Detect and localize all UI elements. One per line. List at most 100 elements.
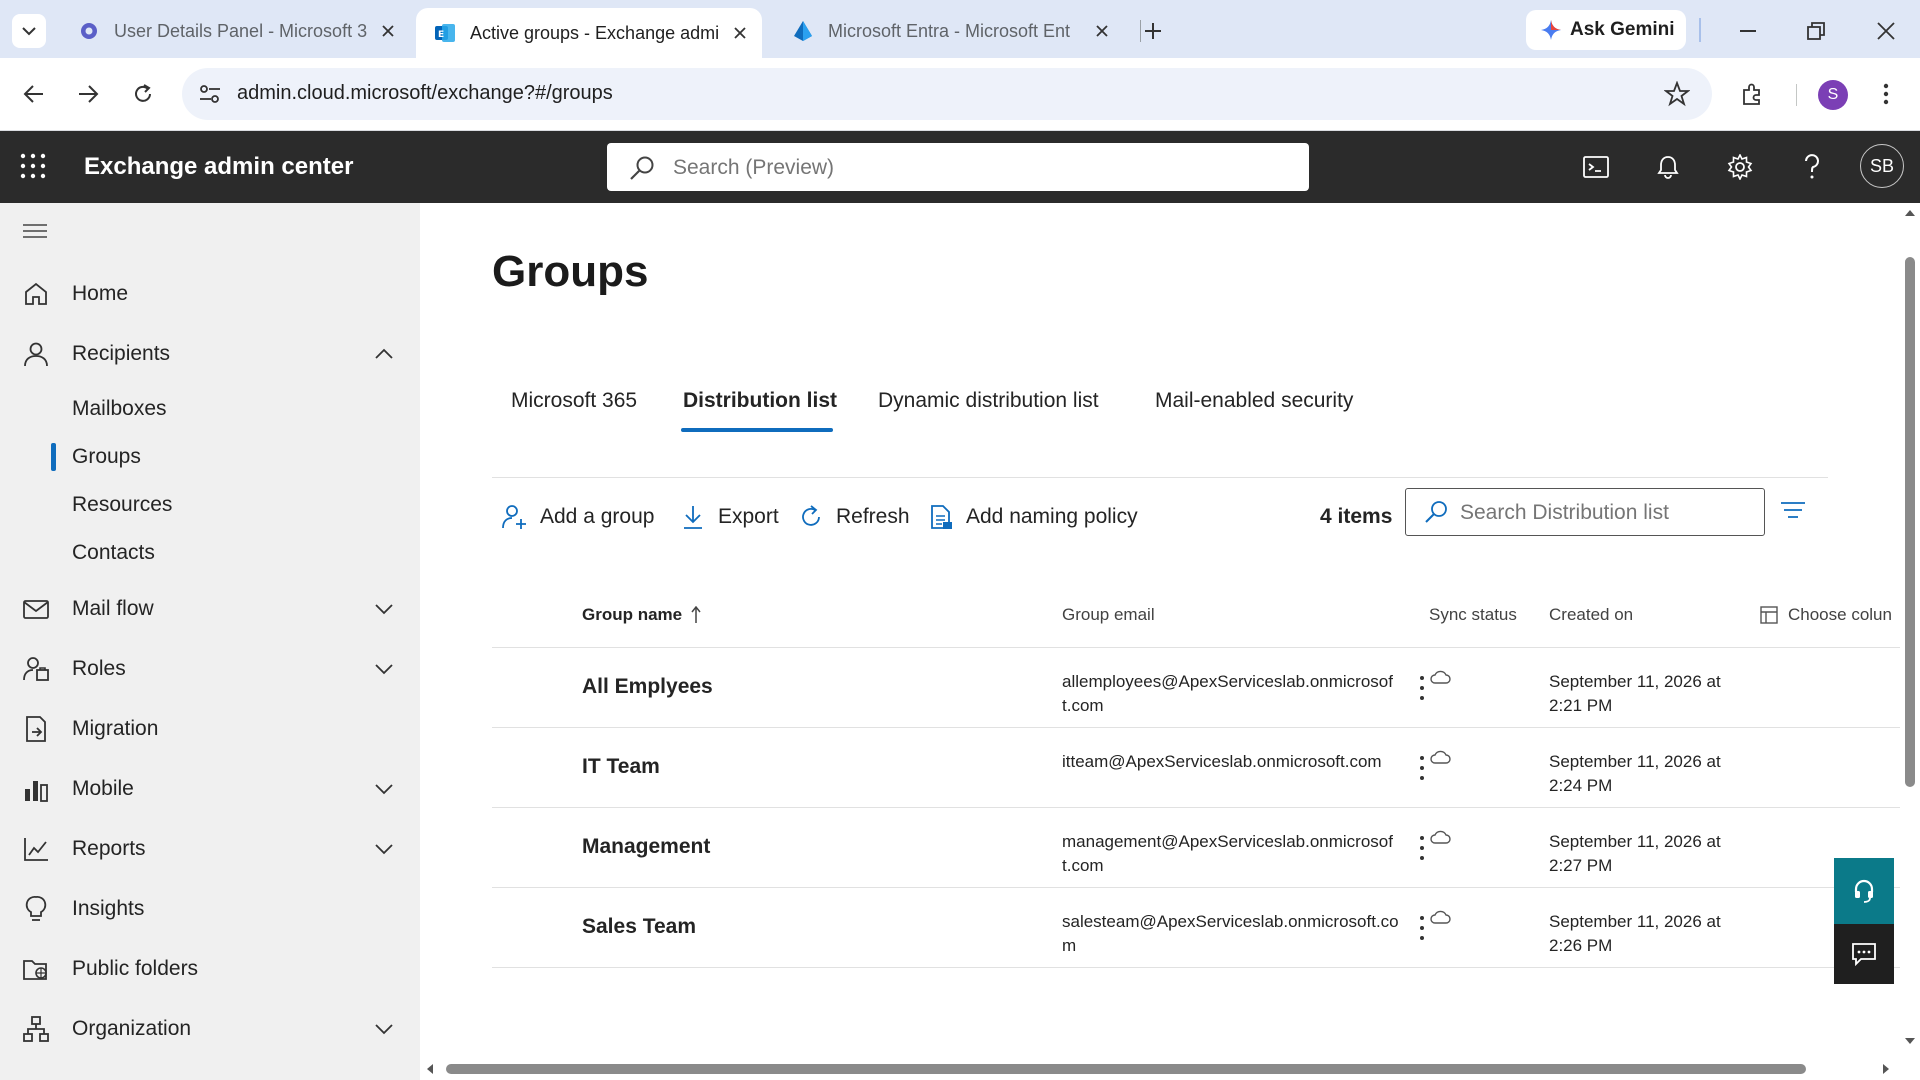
site-settings-icon[interactable] — [198, 83, 222, 105]
tab-mail-enabled-security[interactable]: Mail-enabled security — [1155, 389, 1353, 413]
group-name[interactable]: IT Team — [582, 755, 660, 779]
nav-subitem-resources[interactable]: Resources — [0, 483, 420, 527]
browser-tab-entra[interactable]: Microsoft Entra - Microsoft Ent — [774, 8, 1124, 54]
table-row[interactable]: Sales Team salesteam@ApexServiceslab.onm… — [492, 887, 1900, 968]
forward-arrow-icon[interactable] — [70, 76, 106, 112]
settings-gear-icon[interactable] — [1720, 147, 1760, 187]
close-icon[interactable] — [726, 19, 754, 47]
global-search-input[interactable] — [671, 143, 1275, 193]
refresh-icon — [802, 505, 820, 526]
group-name[interactable]: Sales Team — [582, 915, 696, 939]
nav-subitem-mailboxes[interactable]: Mailboxes — [0, 387, 420, 431]
cloud-shell-icon[interactable] — [1576, 147, 1616, 187]
nav-item-mail-flow[interactable]: Mail flow — [0, 584, 420, 634]
home-icon — [25, 282, 47, 305]
help-question-icon[interactable] — [1792, 147, 1832, 187]
table-row[interactable]: Management management@ApexServiceslab.on… — [492, 807, 1900, 888]
chevron-down-icon[interactable] — [372, 597, 396, 621]
close-window-icon[interactable] — [1866, 14, 1906, 48]
nav-item-public-folders[interactable]: Public folders — [0, 944, 420, 994]
chevron-down-icon[interactable] — [372, 657, 396, 681]
app-title[interactable]: Exchange admin center — [84, 153, 353, 181]
close-icon[interactable] — [374, 17, 402, 45]
bookmark-star-icon[interactable] — [1664, 81, 1690, 107]
scroll-up-arrow-icon[interactable] — [1904, 209, 1916, 217]
nav-item-migration[interactable]: Migration — [0, 704, 420, 754]
export-label: Export — [718, 505, 779, 528]
collapse-menu-hamburger-icon[interactable] — [22, 223, 50, 247]
column-header-group-email[interactable]: Group email — [1062, 605, 1155, 625]
distribution-list-search-box[interactable] — [1405, 488, 1765, 536]
add-naming-policy-button[interactable]: Add naming policy — [928, 497, 1138, 537]
nav-item-recipients[interactable]: Recipients — [0, 329, 420, 379]
column-header-sync-status[interactable]: Sync status — [1429, 605, 1517, 625]
browser-tab-user-details[interactable]: User Details Panel - Microsoft 3 — [60, 8, 410, 54]
chevron-up-icon[interactable] — [372, 342, 396, 366]
global-search-box[interactable] — [607, 143, 1309, 193]
user-avatar[interactable]: SB — [1860, 144, 1904, 188]
add-group-button[interactable]: Add a group — [502, 497, 654, 537]
choose-columns-button[interactable]: Choose colun — [1760, 605, 1892, 625]
nav-subitem-contacts[interactable]: Contacts — [0, 531, 420, 575]
refresh-label: Refresh — [836, 505, 910, 528]
scroll-right-arrow-icon[interactable] — [1882, 1063, 1890, 1075]
tab-title: Active groups - Exchange admi — [470, 22, 720, 43]
item-count: 4 items — [1320, 505, 1393, 528]
export-button[interactable]: Export — [680, 497, 779, 537]
main-content: Groups Microsoft 365 Distribution list D… — [420, 203, 1900, 1058]
tab-dynamic-distribution-list[interactable]: Dynamic distribution list — [878, 389, 1099, 413]
extensions-puzzle-icon[interactable] — [1734, 76, 1770, 112]
table-row[interactable]: All Emplyees allemployees@ApexServicesla… — [492, 647, 1900, 728]
created-on: September 11, 2026 at 2:27 PM — [1549, 832, 1721, 875]
nav-subitem-groups[interactable]: Groups — [0, 435, 420, 479]
tab-distribution-list[interactable]: Distribution list — [683, 389, 837, 413]
horizontal-scroll-thumb[interactable] — [446, 1064, 1806, 1074]
nav-item-roles[interactable]: Roles — [0, 644, 420, 694]
column-header-group-name[interactable]: Group name — [582, 605, 702, 625]
horizontal-scrollbar[interactable] — [420, 1058, 1900, 1080]
group-name[interactable]: All Emplyees — [582, 675, 713, 699]
minimize-icon[interactable] — [1728, 14, 1768, 48]
new-tab-plus-icon[interactable] — [1136, 14, 1170, 48]
vertical-scroll-thumb[interactable] — [1905, 257, 1915, 787]
nav-item-mobile[interactable]: Mobile — [0, 764, 420, 814]
restore-window-icon[interactable] — [1796, 14, 1836, 48]
refresh-button[interactable]: Refresh — [798, 497, 910, 537]
vertical-scrollbar[interactable] — [1900, 203, 1920, 1058]
nav-item-insights[interactable]: Insights — [0, 884, 420, 934]
filter-lines-icon[interactable] — [1780, 501, 1810, 527]
group-email: itteam@ApexServiceslab.onmicrosoft.com — [1062, 752, 1382, 771]
folders-icon — [23, 960, 47, 980]
browser-toolbar: admin.cloud.microsoft/exchange?#/groups … — [0, 58, 1920, 131]
tab-search-chevron-icon[interactable] — [12, 14, 46, 48]
reload-icon[interactable] — [125, 76, 161, 112]
chevron-down-icon[interactable] — [372, 1017, 396, 1041]
close-icon[interactable] — [1088, 17, 1116, 45]
cloud-sync-icon — [1430, 830, 1451, 844]
tab-microsoft-365[interactable]: Microsoft 365 — [511, 389, 637, 413]
back-arrow-icon[interactable] — [16, 76, 52, 112]
group-name[interactable]: Management — [582, 835, 710, 859]
profile-avatar[interactable]: S — [1818, 80, 1848, 110]
distribution-list-search-input[interactable] — [1458, 489, 1762, 536]
app-launcher-waffle-icon[interactable] — [20, 153, 50, 183]
chevron-down-icon[interactable] — [372, 777, 396, 801]
active-tab-indicator — [681, 428, 833, 432]
column-header-created-on[interactable]: Created on — [1549, 605, 1633, 625]
scroll-down-arrow-icon[interactable] — [1904, 1037, 1916, 1045]
toolbar-divider — [1796, 84, 1797, 106]
address-bar[interactable]: admin.cloud.microsoft/exchange?#/groups — [182, 68, 1712, 120]
feedback-button[interactable] — [1834, 924, 1894, 984]
scroll-left-arrow-icon[interactable] — [426, 1063, 434, 1075]
ask-gemini-button[interactable]: Ask Gemini — [1526, 10, 1686, 50]
browser-tab-active-groups[interactable]: E Active groups - Exchange admi — [416, 8, 762, 58]
nav-item-organization[interactable]: Organization — [0, 1004, 420, 1054]
notifications-bell-icon[interactable] — [1648, 147, 1688, 187]
nav-item-home[interactable]: Home — [0, 269, 420, 319]
nav-item-reports[interactable]: Reports — [0, 824, 420, 874]
support-headset-button[interactable] — [1834, 858, 1894, 924]
table-row[interactable]: IT Team itteam@ApexServiceslab.onmicroso… — [492, 727, 1900, 808]
cloud-sync-icon — [1430, 910, 1451, 924]
browser-menu-kebab-icon[interactable] — [1868, 76, 1904, 112]
chevron-down-icon[interactable] — [372, 837, 396, 861]
